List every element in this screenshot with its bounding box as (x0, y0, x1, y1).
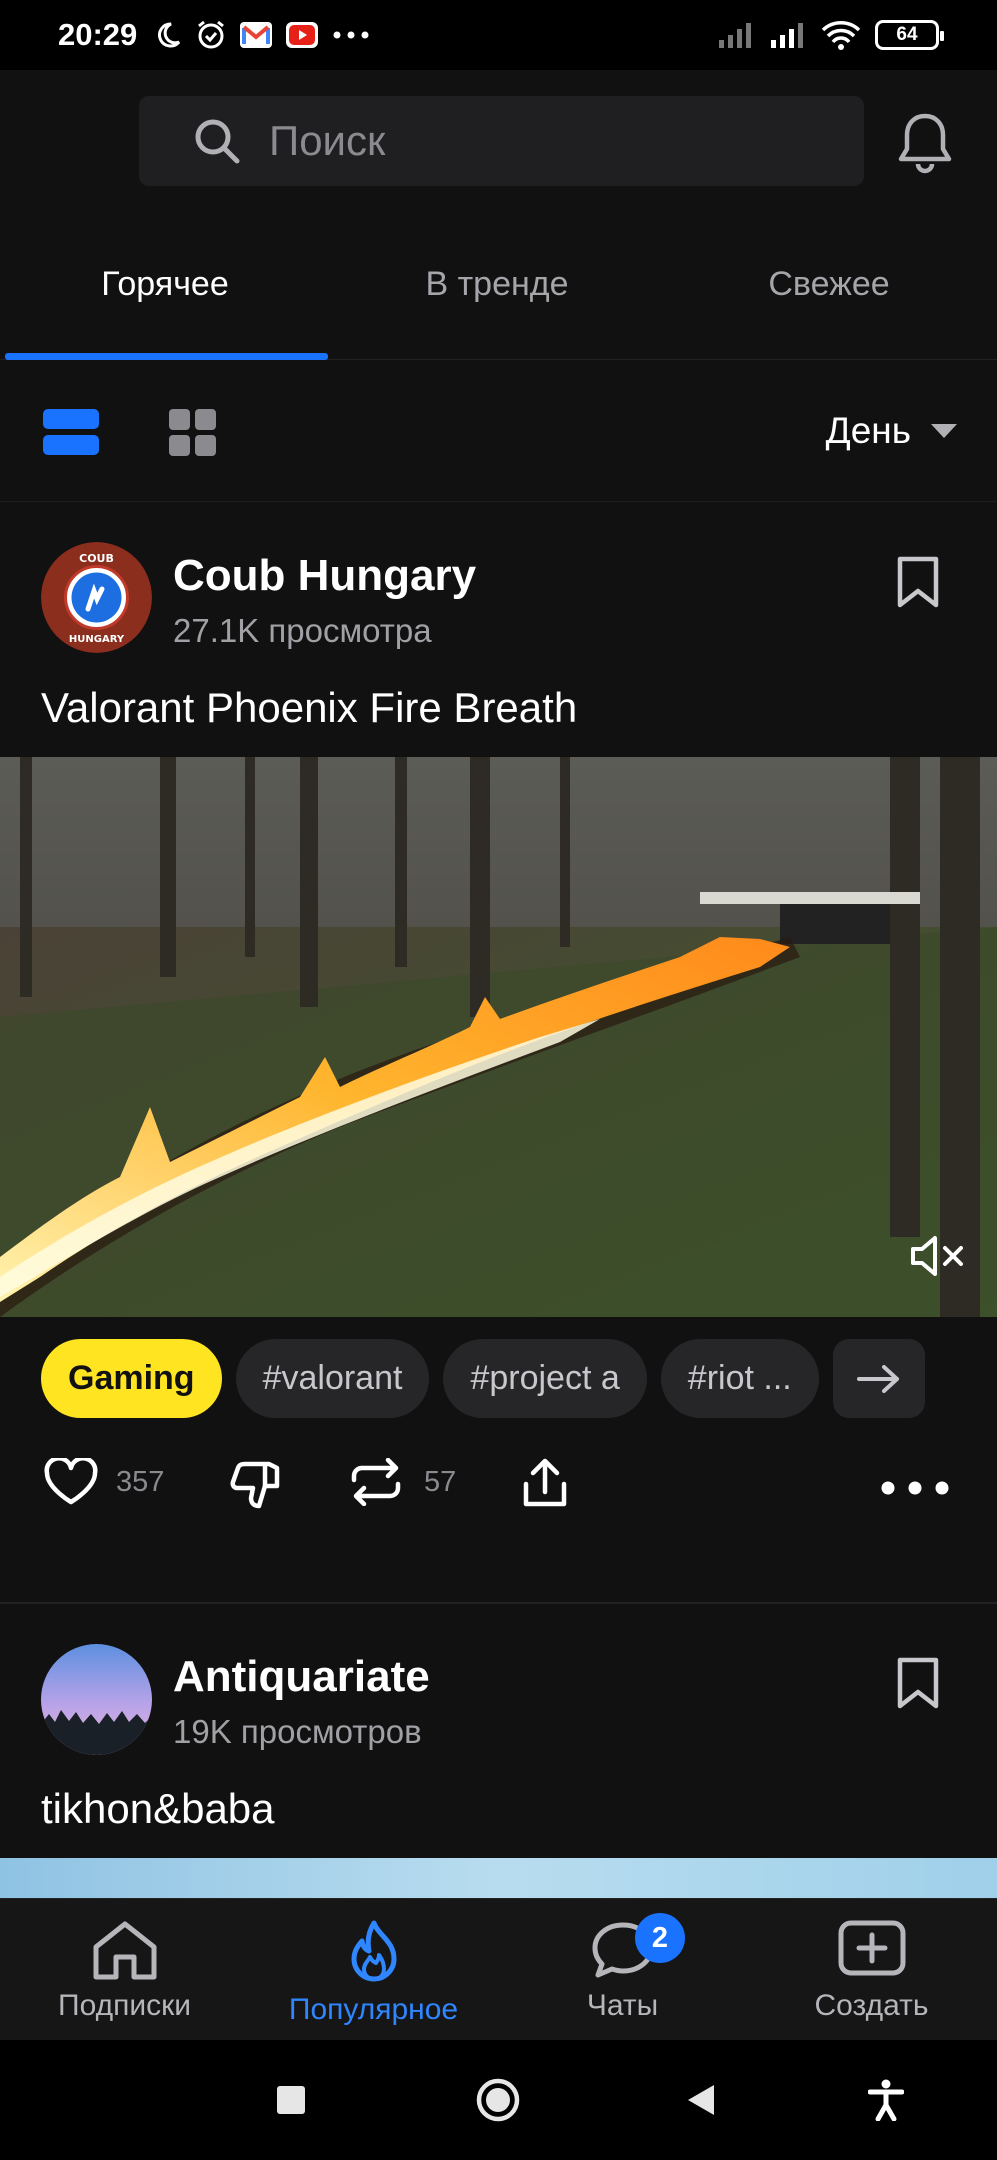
signal-icon (771, 23, 803, 48)
alarm-icon (198, 20, 225, 49)
bell-icon[interactable] (895, 110, 955, 176)
flame-icon (351, 1920, 396, 1982)
tab-hot[interactable]: Горячее (0, 265, 330, 304)
recents-icon[interactable] (276, 2085, 306, 2115)
mute-icon[interactable] (909, 1233, 969, 1279)
post-views: 27.1K просмотра (173, 612, 432, 649)
tag-chip[interactable]: Gaming (41, 1339, 222, 1418)
youtube-icon (286, 22, 319, 48)
moon-icon (158, 22, 181, 48)
video-preview-strip[interactable] (0, 1858, 997, 1898)
recoub-count: 57 (424, 1465, 457, 1498)
video-player[interactable] (0, 757, 997, 1317)
view-bar: День (0, 362, 997, 502)
more-dots-icon (881, 1481, 949, 1495)
tag-chip[interactable]: #riot ... (660, 1339, 819, 1418)
bookmark-icon[interactable] (896, 555, 940, 609)
like-button[interactable]: 357 (44, 1458, 164, 1506)
avatar[interactable] (41, 1644, 152, 1755)
more-options-button[interactable] (880, 1480, 950, 1496)
status-bar: 20:29 64 (0, 0, 997, 70)
avatar[interactable]: COUB HUNGARY (41, 542, 152, 653)
status-time: 20:29 (58, 17, 138, 52)
more-dots-icon (333, 31, 369, 39)
tags-more-button[interactable] (832, 1339, 925, 1418)
search-placeholder: Поиск (269, 117, 386, 164)
battery-icon: 64 (875, 20, 944, 50)
post-views: 19K просмотров (173, 1713, 422, 1750)
nav-label: Популярное (288, 1993, 459, 2026)
like-count: 357 (116, 1465, 165, 1498)
tag-chip[interactable]: #valorant (235, 1339, 430, 1418)
list-view-icon[interactable] (43, 407, 99, 457)
nav-popular[interactable]: Популярное (249, 1899, 498, 2041)
antiquariate-avatar-image (41, 1644, 152, 1755)
grid-view-icon[interactable] (169, 407, 217, 457)
bookmark-icon[interactable] (896, 1656, 940, 1710)
video-frame (0, 757, 997, 1317)
post-title: tikhon&baba (41, 1785, 275, 1832)
search-input[interactable]: Поиск (139, 96, 864, 186)
nav-label: Подписки (58, 1989, 191, 2022)
chat-badge: 2 (635, 1913, 685, 1963)
nav-create[interactable]: Создать (747, 1899, 996, 2041)
app-header: Поиск (0, 70, 997, 220)
gmail-icon (240, 22, 273, 48)
post-author[interactable]: Antiquariate (173, 1652, 430, 1702)
dislike-button[interactable] (229, 1458, 283, 1510)
create-icon (838, 1920, 905, 1976)
thumbs-down-icon (230, 1461, 280, 1509)
post-divider (0, 1602, 997, 1604)
recoub-button[interactable]: 57 (346, 1458, 456, 1506)
signal-icon (719, 23, 751, 48)
tag-list: Gaming #valorant #project a #riot ... (41, 1339, 925, 1418)
share-button[interactable] (522, 1458, 568, 1510)
tag-chip[interactable]: #project a (443, 1339, 647, 1418)
coub-hungary-logo: COUB HUNGARY (41, 542, 152, 653)
wifi-icon (821, 21, 861, 50)
post-title: Valorant Phoenix Fire Breath (41, 684, 578, 731)
bottom-navigation: Подписки Популярное 2 Чаты Создать (0, 1898, 997, 2040)
home-button-icon[interactable] (475, 2077, 521, 2123)
recoub-icon (351, 1458, 401, 1506)
share-icon (523, 1458, 567, 1507)
accessibility-icon[interactable] (868, 2079, 904, 2121)
home-icon (93, 1921, 156, 1980)
post-author[interactable]: Coub Hungary (173, 551, 476, 601)
feed-tabs: Горячее В тренде Свежее (0, 220, 997, 360)
nav-label: Создать (814, 1989, 929, 2022)
system-navigation-bar (0, 2040, 997, 2160)
chevron-down-icon (931, 424, 957, 438)
nav-chats[interactable]: 2 Чаты (498, 1899, 747, 2041)
arrow-right-icon (856, 1364, 899, 1393)
tab-trending[interactable]: В тренде (332, 265, 662, 304)
tab-fresh[interactable]: Свежее (664, 265, 994, 304)
nav-label: Чаты (586, 1989, 659, 2022)
post-actions: 357 57 (0, 1458, 997, 1522)
nav-subscriptions[interactable]: Подписки (0, 1899, 249, 2041)
period-dropdown[interactable]: День (826, 410, 957, 452)
search-icon (195, 119, 240, 164)
heart-icon (44, 1458, 98, 1505)
active-tab-indicator (5, 353, 328, 360)
svg-text:COUB: COUB (79, 552, 114, 565)
back-icon[interactable] (686, 2083, 716, 2117)
period-label: День (825, 410, 911, 451)
svg-text:HUNGARY: HUNGARY (69, 634, 125, 645)
